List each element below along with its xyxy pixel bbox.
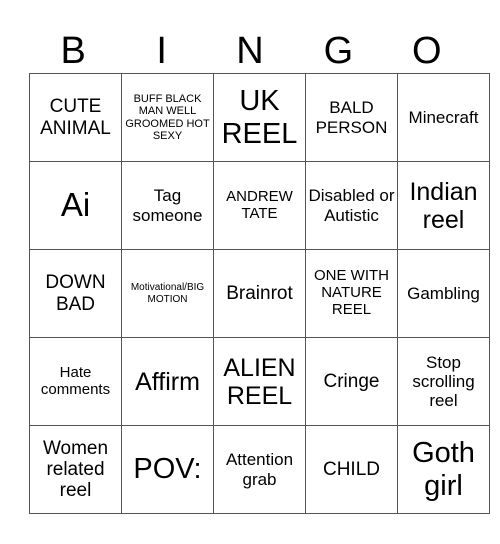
bingo-cell[interactable]: Gambling — [397, 249, 490, 338]
grid-row: DOWN BAD Motivational/BIG MOTION Brainrot O… — [29, 249, 490, 338]
bingo-cell[interactable]: Attention grab — [213, 425, 306, 514]
bingo-cell[interactable]: Indian reel — [397, 161, 490, 250]
header-letter-b: B — [60, 30, 86, 72]
grid-row: Women related reel POV: Attention grab CHIL… — [29, 425, 490, 514]
bingo-cell[interactable]: Stop scrolling reel — [397, 337, 490, 426]
bingo-cell[interactable]: Tag someone — [121, 161, 214, 250]
grid-row: CUTE ANIMAL BUFF BLACK MAN WELL GROOMED H… — [29, 73, 490, 162]
grid-row: Ai Tag someone ANDREW TATE Disabled or Auti… — [29, 161, 490, 250]
bingo-cell[interactable]: CHILD — [305, 425, 398, 514]
grid-row: Hate comments Affirm ALIEN REEL Cringe Stop … — [29, 337, 490, 426]
bingo-cell[interactable]: Women related reel — [29, 425, 122, 514]
bingo-cell[interactable]: ONE WITH NATURE REEL — [305, 249, 398, 338]
bingo-cell[interactable]: Goth girl — [397, 425, 490, 514]
bingo-cell[interactable]: BALD PERSON — [305, 73, 398, 162]
header-letter-i: I — [156, 30, 167, 72]
bingo-cell[interactable]: Motivational/BIG MOTION — [121, 249, 214, 338]
bingo-cell[interactable]: DOWN BAD — [29, 249, 122, 338]
header-letter-n: N — [236, 30, 264, 72]
bingo-cell[interactable]: Disabled or Autistic — [305, 161, 398, 250]
bingo-cell[interactable]: CUTE ANIMAL — [29, 73, 122, 162]
bingo-cell[interactable]: BUFF BLACK MAN WELL GROOMED HOT SEXY — [121, 73, 214, 162]
bingo-header: B I N G O — [29, 28, 471, 74]
bingo-cell[interactable]: Minecraft — [397, 73, 490, 162]
bingo-cell[interactable]: Affirm — [121, 337, 214, 426]
bingo-grid: CUTE ANIMAL BUFF BLACK MAN WELL GROOMED H… — [29, 73, 490, 514]
header-letter-g: G — [323, 30, 354, 72]
bingo-cell[interactable]: UK REEL — [213, 73, 306, 162]
bingo-cell[interactable]: ANDREW TATE — [213, 161, 306, 250]
bingo-cell[interactable]: Cringe — [305, 337, 398, 426]
bingo-cell[interactable]: Hate comments — [29, 337, 122, 426]
bingo-cell[interactable]: POV: — [121, 425, 214, 514]
header-letter-o: O — [412, 30, 442, 72]
bingo-cell[interactable]: Ai — [29, 161, 122, 250]
bingo-cell[interactable]: Brainrot — [213, 249, 306, 338]
bingo-cell[interactable]: ALIEN REEL — [213, 337, 306, 426]
